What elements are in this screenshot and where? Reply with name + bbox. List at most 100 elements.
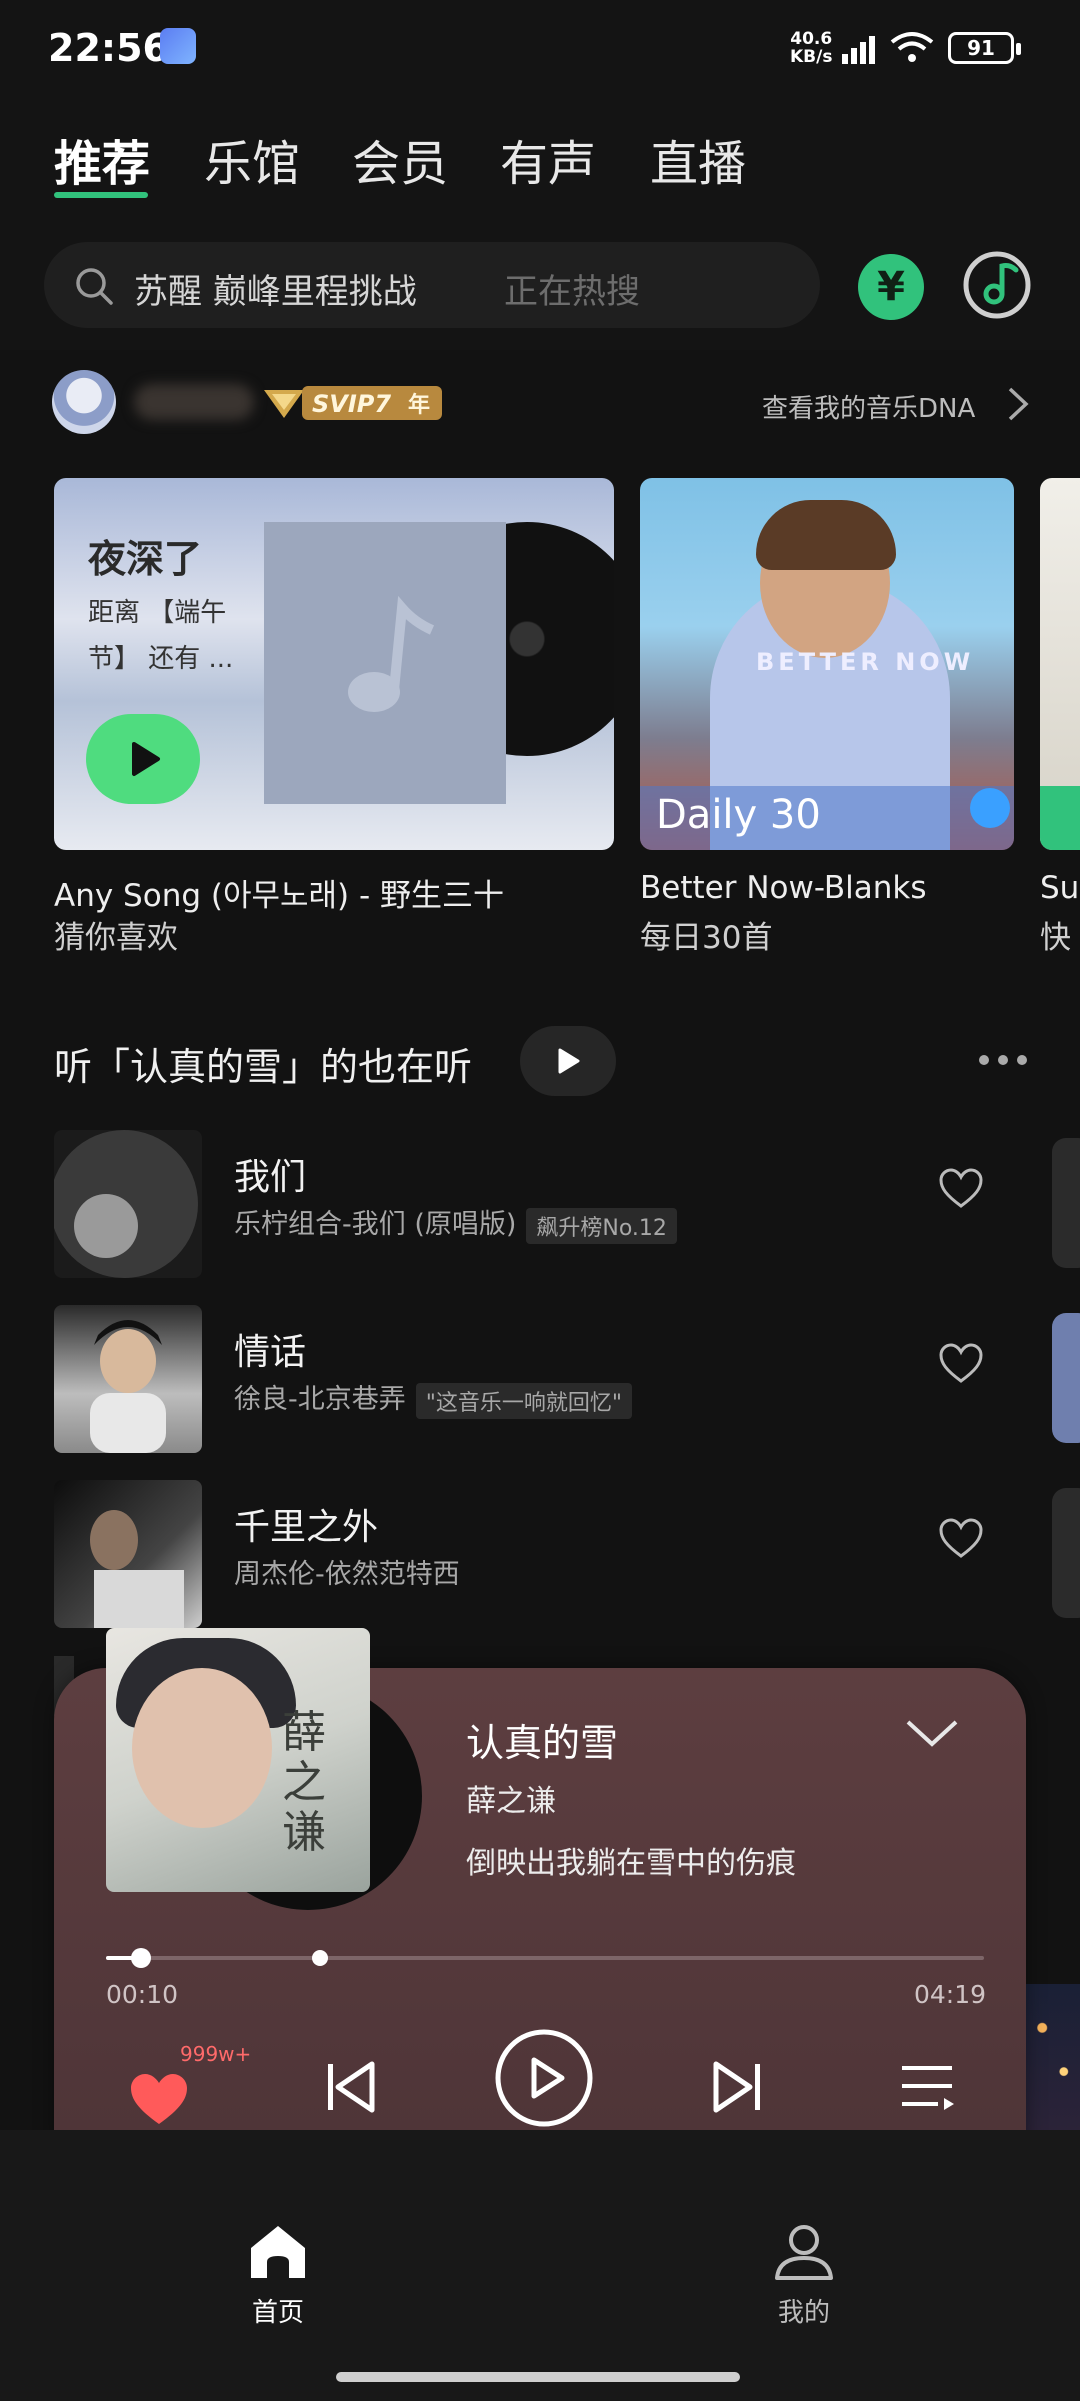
blurred-username xyxy=(134,384,254,420)
card-subcaption: 快 xyxy=(1040,920,1071,956)
song-meta: 周杰伦-依然范特西 xyxy=(234,1559,460,1590)
cover-art xyxy=(90,1510,184,1628)
battery-indicator: 91 xyxy=(948,32,1021,64)
wifi-icon xyxy=(890,32,934,62)
like-count: 999w+ xyxy=(180,2042,252,2066)
vip-purchase-button[interactable]: ¥ xyxy=(858,254,924,320)
search-hint: 正在热搜 xyxy=(504,272,640,312)
card-caption: Su xyxy=(1040,870,1080,906)
signal-icon xyxy=(842,36,875,64)
next-column-peek xyxy=(1052,1138,1080,1268)
music-recognition-icon[interactable] xyxy=(962,250,1032,320)
card-caption: Better Now-Blanks xyxy=(640,870,927,906)
song-tag: "这音乐一响就回忆" xyxy=(415,1382,632,1419)
section-play-button[interactable] xyxy=(520,1026,616,1096)
song-meta: 乐柠组合-我们 (原唱版) 飙升榜No.12 xyxy=(234,1202,677,1244)
song-title: 我们 xyxy=(234,1157,307,1198)
svg-text:年: 年 xyxy=(408,392,430,418)
nav-home[interactable]: 首页 xyxy=(208,2222,348,2329)
music-dna-link[interactable]: 查看我的音乐DNA xyxy=(762,388,975,425)
search-icon xyxy=(76,268,113,305)
recommendation-carousel: 夜深了 距离 【端午节】 还有 ... BETTER NOW Daily 30 … xyxy=(0,478,1080,958)
card-peek[interactable] xyxy=(1040,478,1080,850)
next-track-icon[interactable] xyxy=(710,2060,764,2114)
tab-vip[interactable]: 会员 xyxy=(352,124,448,194)
player-artist[interactable]: 薛之谦 xyxy=(466,1776,556,1820)
cover-overlay-text: BETTER NOW xyxy=(756,648,975,676)
nav-label: 首页 xyxy=(251,2298,304,2328)
nav-mine[interactable]: 我的 xyxy=(734,2222,874,2329)
card-subcaption: 猜你喜欢 xyxy=(54,920,178,956)
play-icon xyxy=(132,742,160,776)
background-peek xyxy=(1026,1984,1080,2130)
bottom-nav: 首页 我的 xyxy=(0,2130,1080,2401)
song-row[interactable]: 千里之外 周杰伦-依然范特西 xyxy=(0,1480,1080,1640)
section-title: 听「认真的雪」的也在听 xyxy=(54,1045,473,1089)
tab-live[interactable]: 直播 xyxy=(650,124,746,194)
cover-calligraphy: 薛之谦 xyxy=(282,1707,326,1858)
cover-hair xyxy=(756,500,896,570)
song-row[interactable]: 情话 徐良-北京巷弄 "这音乐一响就回忆" xyxy=(0,1305,1080,1465)
tab-music-hall[interactable]: 乐馆 xyxy=(204,124,300,194)
card-title: 夜深了 xyxy=(88,537,203,581)
more-icon[interactable] xyxy=(978,1054,1028,1066)
nav-label: 我的 xyxy=(777,2298,830,2328)
daily-badge: Daily 30 xyxy=(656,792,821,838)
progress-handle[interactable] xyxy=(131,1948,152,1968)
chevron-down-icon[interactable] xyxy=(904,1718,960,1750)
heart-outline-icon[interactable] xyxy=(938,1518,984,1560)
previous-track-icon[interactable] xyxy=(324,2060,378,2114)
card-play-button[interactable] xyxy=(86,714,200,804)
progress-track[interactable] xyxy=(106,1956,984,1960)
card-peek-band xyxy=(1040,786,1080,850)
search-input[interactable]: 苏醒 巅峰里程挑战 正在热搜 xyxy=(44,242,820,328)
network-speed: 40.6 KB/s xyxy=(790,29,833,67)
heart-outline-icon[interactable] xyxy=(938,1168,984,1210)
tab-audio[interactable]: 有声 xyxy=(500,124,596,194)
player-lyric: 倒映出我躺在雪中的伤痕 xyxy=(466,1846,796,1881)
avatar[interactable] xyxy=(52,370,116,434)
progress-marker xyxy=(312,1950,328,1966)
total-time: 04:19 xyxy=(914,1980,987,2009)
song-title: 情话 xyxy=(234,1332,307,1373)
player-song-title: 认真的雪 xyxy=(466,1721,619,1765)
tab-recommend[interactable]: 推荐 xyxy=(54,124,150,194)
profile-row[interactable]: SVIP7 年 查看我的音乐DNA xyxy=(0,350,1080,460)
card-subcaption: 每日30首 xyxy=(640,920,773,956)
user-icon xyxy=(775,2225,833,2280)
search-row: 苏醒 巅峰里程挑战 正在热搜 ¥ xyxy=(0,210,1080,350)
vinyl-thumb xyxy=(54,1130,198,1278)
cover-face xyxy=(132,1668,272,1828)
song-cover xyxy=(54,1305,202,1453)
play-icon xyxy=(558,1048,580,1074)
play-pause-button[interactable] xyxy=(494,2028,594,2128)
card-caption: Any Song (아무노래) - 野生三十 xyxy=(54,878,505,914)
search-query: 苏醒 巅峰里程挑战 xyxy=(134,272,417,312)
next-column-peek xyxy=(1052,1488,1080,1618)
svg-text:SVIP7: SVIP7 xyxy=(312,390,391,418)
top-tabs: 推荐 乐馆 会员 有声 直播 xyxy=(0,100,1080,210)
heart-filled-icon[interactable] xyxy=(128,2072,190,2128)
song-row[interactable]: 我们 乐柠组合-我们 (原唱版) 飙升榜No.12 xyxy=(0,1130,1080,1290)
card-late-night[interactable]: 夜深了 距离 【端午节】 还有 ... xyxy=(54,478,614,850)
heart-outline-icon[interactable] xyxy=(938,1343,984,1385)
player-cover[interactable]: 薛之谦 xyxy=(106,1628,370,1892)
card-dot-icon xyxy=(970,788,1010,828)
card-description: 距离 【端午节】 还有 ... xyxy=(88,598,234,674)
playlist-queue-icon[interactable] xyxy=(900,2062,956,2112)
card-daily-30[interactable]: BETTER NOW Daily 30 xyxy=(640,478,1014,850)
status-bar: 22:56 40.6 KB/s 91 xyxy=(0,0,1080,100)
now-playing-panel[interactable]: 薛之谦 认真的雪 薛之谦 倒映出我躺在雪中的伤痕 00:10 04:19 999… xyxy=(54,1628,1026,2186)
next-column-peek xyxy=(1052,1313,1080,1443)
song-tag: 飙升榜No.12 xyxy=(526,1207,677,1244)
song-cover xyxy=(54,1130,202,1278)
app-notification-icon xyxy=(160,28,196,64)
chevron-right-icon xyxy=(1008,387,1029,421)
music-note-icon xyxy=(348,595,435,712)
active-tab-indicator xyxy=(54,192,148,198)
song-cover xyxy=(54,1480,202,1628)
album-placeholder xyxy=(264,522,506,804)
status-time: 22:56 xyxy=(48,26,169,70)
home-indicator[interactable] xyxy=(336,2372,740,2382)
song-title: 千里之外 xyxy=(234,1507,379,1548)
